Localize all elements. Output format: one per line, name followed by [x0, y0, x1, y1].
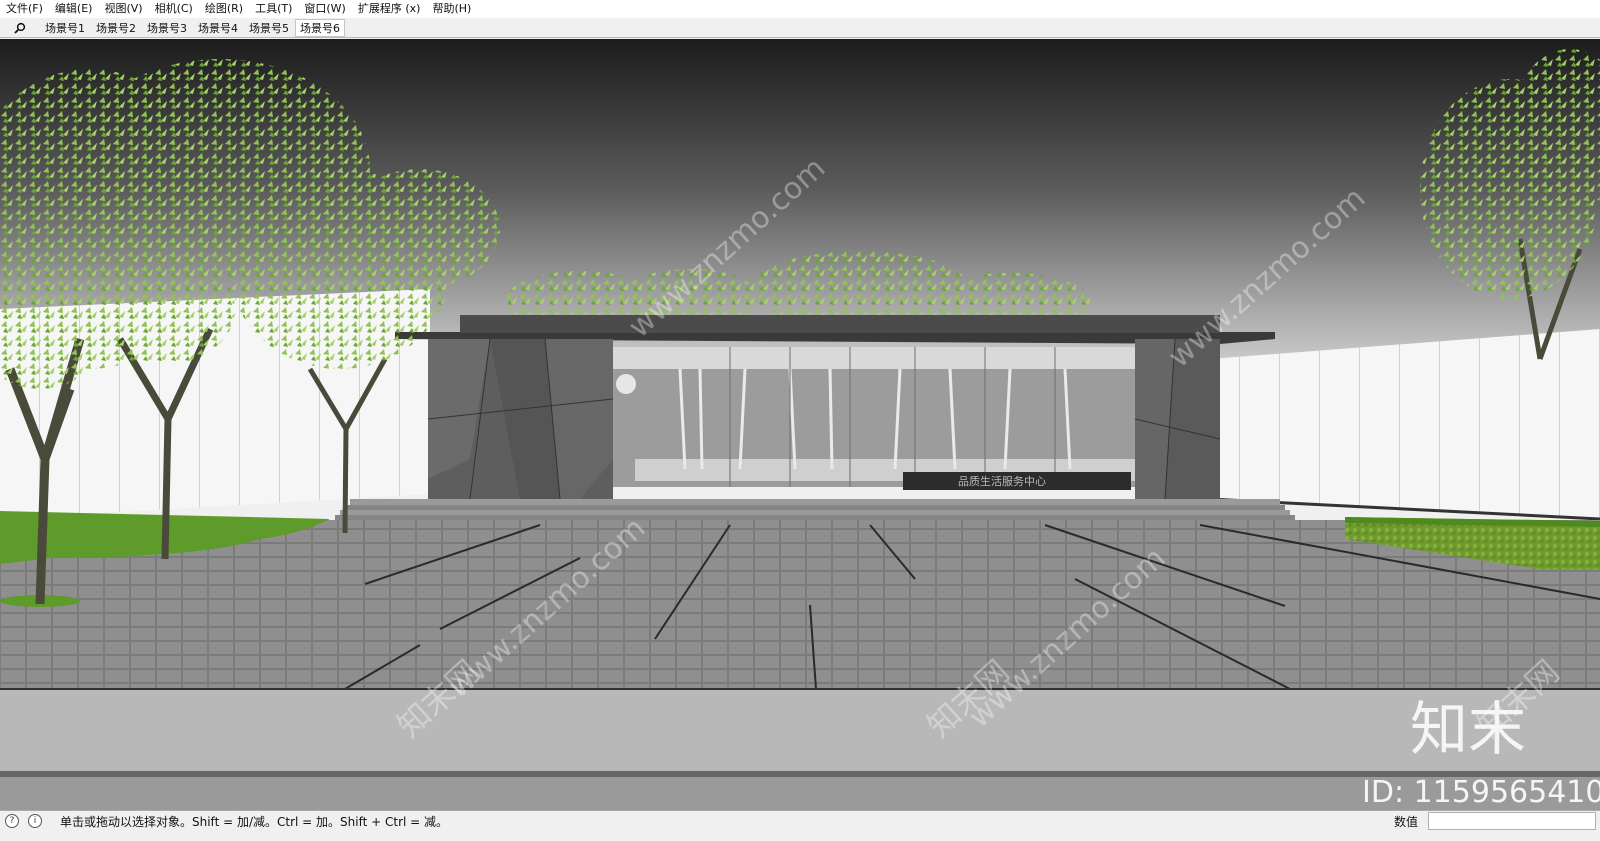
measurements-label: 数值	[1394, 815, 1419, 829]
glass-facade	[613, 347, 1135, 487]
road	[0, 777, 1600, 810]
sketchup-window: 文件(F) 编辑(E) 视图(V) 相机(C) 绘图(R) 工具(T) 窗口(W…	[0, 0, 1600, 841]
menu-draw[interactable]: 绘图(R)	[199, 0, 249, 18]
menu-bar: 文件(F) 编辑(E) 视图(V) 相机(C) 绘图(R) 工具(T) 窗口(W…	[0, 0, 1600, 18]
scene-tab-3[interactable]: 场景号3	[142, 19, 192, 37]
znzmo-logo: 知末	[1410, 695, 1526, 763]
menu-edit[interactable]: 编辑(E)	[49, 0, 99, 18]
menu-help[interactable]: 帮助(H)	[426, 0, 477, 18]
scene-tabs-bar: 场景号1 场景号2 场景号3 场景号4 场景号5 场景号6	[0, 18, 1600, 38]
scene-tab-5[interactable]: 场景号5	[244, 19, 294, 37]
geo-location-icon[interactable]: ?	[5, 814, 19, 828]
menu-view[interactable]: 视图(V)	[98, 0, 148, 18]
entrance-steps	[335, 499, 1295, 520]
id-label: ID: 1159565410	[1362, 775, 1600, 810]
scene-tab-1[interactable]: 场景号1	[40, 19, 90, 37]
status-hint: 单击或拖动以选择对象。Shift = 加/减。Ctrl = 加。Shift + …	[60, 815, 449, 829]
scene-tab-4[interactable]: 场景号4	[193, 19, 243, 37]
measurements-input[interactable]	[1428, 812, 1596, 830]
menu-file[interactable]: 文件(F)	[0, 0, 49, 18]
building-parapet	[460, 315, 1220, 333]
scene-render: 品质生活服务中心 www.znzmo.com www.znzmo.com www…	[0, 39, 1600, 810]
status-bar: ? i 单击或拖动以选择对象。Shift = 加/减。Ctrl = 加。Shif…	[0, 810, 1600, 841]
scene-tab-6[interactable]: 场景号6	[295, 18, 345, 37]
left-stone-wall	[427, 338, 614, 500]
curb	[0, 771, 1600, 777]
menu-camera[interactable]: 相机(C)	[149, 0, 199, 18]
menu-extensions[interactable]: 扩展程序 (x)	[352, 0, 427, 18]
model-viewport[interactable]: 品质生活服务中心 www.znzmo.com www.znzmo.com www…	[0, 39, 1600, 810]
search-button[interactable]	[0, 18, 40, 38]
menu-tools[interactable]: 工具(T)	[249, 0, 298, 18]
search-icon	[14, 22, 26, 34]
building-sign-text: 品质生活服务中心	[958, 474, 1046, 488]
menu-window[interactable]: 窗口(W)	[298, 0, 351, 18]
sidewalk	[0, 689, 1600, 771]
info-icon[interactable]: i	[28, 814, 42, 828]
scene-tab-2[interactable]: 场景号2	[91, 19, 141, 37]
plaza-paving	[0, 520, 1600, 689]
